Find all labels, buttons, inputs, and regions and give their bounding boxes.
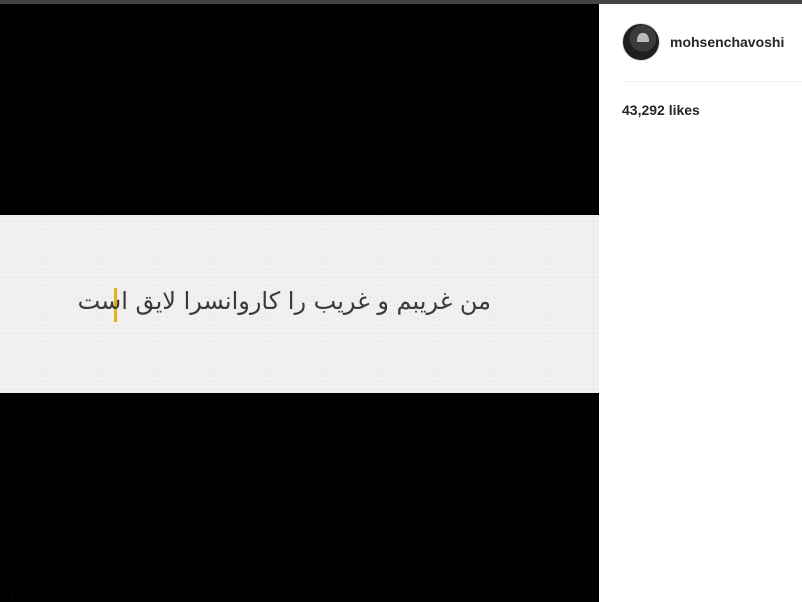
profile-avatar[interactable]	[622, 23, 660, 61]
avatar-beard-icon	[637, 42, 649, 51]
post-window: من غریبم و غریب را کاروانسرا لایق است ..…	[0, 0, 802, 602]
post-sidebar: mohsenchavoshi 43,292 likes	[599, 4, 802, 602]
likes-count[interactable]: 43,292 likes	[622, 102, 700, 118]
post-header: mohsenchavoshi	[622, 4, 802, 82]
post-media[interactable]: من غریبم و غریب را کاروانسرا لایق است ..…	[0, 4, 599, 602]
watermark-text: ...	[2, 586, 22, 599]
username-link[interactable]: mohsenchavoshi	[670, 34, 784, 50]
caption-panel: من غریبم و غریب را کاروانسرا لایق است	[0, 215, 599, 393]
post-caption: من غریبم و غریب را کاروانسرا لایق است	[77, 287, 491, 315]
